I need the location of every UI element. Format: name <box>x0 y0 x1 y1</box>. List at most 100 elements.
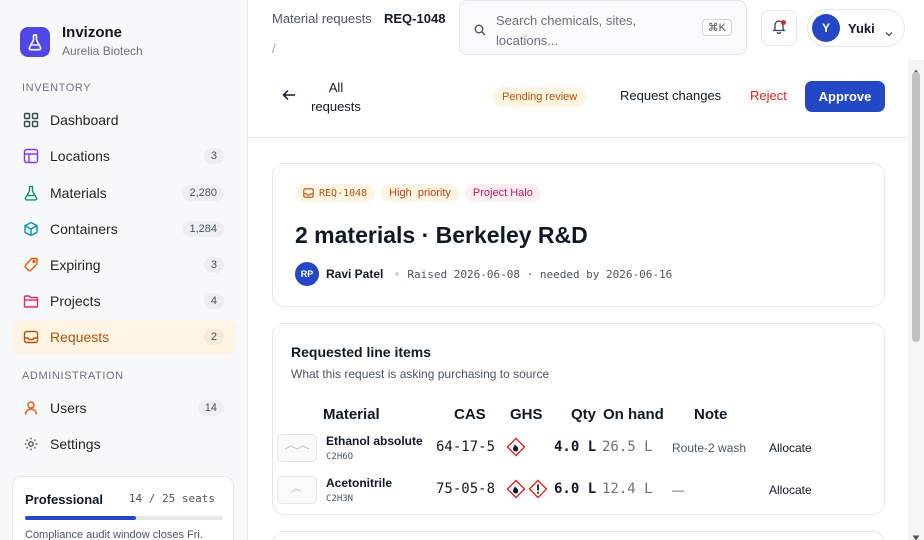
section-subtitle: What this request is asking purchasing t… <box>291 367 550 381</box>
sidebar-item-requests[interactable]: Requests 2 <box>12 320 236 354</box>
back-to-requests-button[interactable]: All requests <box>282 78 364 116</box>
request-id-text: REQ-1048 <box>319 187 368 199</box>
tag-icon <box>22 256 40 274</box>
grid-icon <box>22 147 40 165</box>
separator-dot <box>395 272 400 276</box>
priority-tag: High priority <box>381 184 459 202</box>
cas-number: 75-05-8 <box>436 481 496 497</box>
avatar: Y <box>812 14 840 42</box>
sidebar-item-locations[interactable]: Locations 3 <box>12 139 236 173</box>
reject-button[interactable]: Reject <box>750 88 787 103</box>
chevron-down-icon <box>884 25 894 43</box>
brand[interactable]: Invizone Aurelia Biotech <box>20 24 143 59</box>
dashboard-icon <box>22 111 40 129</box>
note: — <box>672 483 684 497</box>
sidebar-item-settings[interactable]: Settings <box>12 427 236 461</box>
user-name: Yuki <box>848 20 875 36</box>
column-header-ghs: GHS <box>510 406 543 423</box>
main-content: REQ-1048 High priority Project Halo 2 ma… <box>248 139 908 540</box>
next-card <box>272 531 885 540</box>
flask-icon <box>22 184 40 202</box>
approve-button[interactable]: Approve <box>805 81 885 112</box>
user-menu-button[interactable]: Y Yuki <box>807 9 905 47</box>
allocate-button[interactable]: Allocate <box>769 441 812 455</box>
sidebar-item-projects[interactable]: Projects 4 <box>12 284 236 318</box>
material-name[interactable]: Ethanol absolute <box>326 434 423 448</box>
search-input[interactable]: Search chemicals, sites, locations... <box>496 11 686 51</box>
sidebar-item-users[interactable]: Users 14 <box>12 391 236 425</box>
sidebar-item-label: Users <box>50 400 87 416</box>
requester-name: Ravi Patel <box>326 267 384 281</box>
inbox-icon <box>22 328 40 346</box>
notification-dot <box>781 20 786 25</box>
scrollbar-thumb[interactable] <box>912 72 920 342</box>
brand-org: Aurelia Biotech <box>62 44 143 58</box>
sidebar-item-label: Settings <box>50 436 101 452</box>
section-title: Requested line items <box>291 344 432 360</box>
folder-icon <box>22 292 40 310</box>
sidebar-item-label: Containers <box>50 221 118 237</box>
project-tag[interactable]: Project Halo <box>464 184 541 202</box>
sidebar-item-label: Locations <box>50 148 110 164</box>
structure-thumbnail <box>277 476 317 504</box>
inbox-icon <box>303 188 314 198</box>
sidebar-item-containers[interactable]: Containers 1,284 <box>12 212 236 246</box>
sidebar-item-materials[interactable]: Materials 2,280 <box>12 176 236 210</box>
avatar: RP <box>295 262 319 286</box>
scrollbar[interactable] <box>908 60 924 540</box>
material-name[interactable]: Acetonitrile <box>326 476 392 490</box>
breadcrumb-separator: / <box>272 41 276 56</box>
section-inventory: INVENTORY <box>22 82 92 94</box>
plan-name: Professional <box>25 492 104 507</box>
flame-icon <box>506 479 526 499</box>
search-icon <box>474 23 486 41</box>
action-bar: All requests Pending review Request chan… <box>248 60 908 138</box>
user-icon <box>22 399 40 417</box>
count-badge: 14 <box>197 400 224 416</box>
sidebar-item-dashboard[interactable]: Dashboard <box>12 103 236 137</box>
ghs-pictograms <box>506 479 550 499</box>
shortcut-hint: ⌘K <box>701 19 732 36</box>
structure-thumbnail <box>277 434 317 462</box>
request-summary-card: REQ-1048 High priority Project Halo 2 ma… <box>272 163 885 307</box>
plan-note: Compliance audit window closes Fri. <box>25 529 203 540</box>
scroll-down-icon[interactable] <box>912 528 920 540</box>
on-hand: 12.4 L <box>602 481 653 497</box>
count-badge: 2 <box>203 329 224 345</box>
breadcrumb-material-requests[interactable]: Material requests <box>272 11 372 26</box>
page-title: 2 materials · Berkeley R&D <box>295 222 588 248</box>
allocate-button[interactable]: Allocate <box>769 483 812 497</box>
count-badge: 3 <box>203 257 224 273</box>
sidebar-item-expiring[interactable]: Expiring 3 <box>12 248 236 282</box>
sidebar-item-label: Projects <box>50 293 101 309</box>
count-badge: 1,284 <box>182 221 224 237</box>
search-box[interactable]: Search chemicals, sites, locations... ⌘K <box>459 0 747 55</box>
line-items-card: Requested line items What this request i… <box>272 323 885 515</box>
topbar: Material requests REQ-1048 / Search chem… <box>248 0 924 60</box>
sidebar-item-label: Dashboard <box>50 112 119 128</box>
status-badge: Pending review <box>493 87 587 107</box>
back-label: All requests <box>311 80 361 114</box>
notifications-button[interactable] <box>761 10 797 46</box>
column-header-qty: Qty <box>571 406 597 423</box>
column-header-material: Material <box>323 406 380 423</box>
table-row[interactable]: Acetonitrile C2H3N 75-05-8 6.0 L 12.4 L … <box>273 472 886 512</box>
column-header-note: Note <box>694 406 728 423</box>
ghs-pictograms <box>506 437 528 457</box>
table-row[interactable]: Ethanol absolute C2H6O 64-17-5 4.0 L 26.… <box>273 430 886 470</box>
sidebar-item-label: Expiring <box>50 257 101 273</box>
arrow-left-icon <box>282 88 296 106</box>
breadcrumb-request-id: REQ-1048 <box>384 11 446 26</box>
column-header-on-hand: On hand <box>603 406 664 423</box>
note: Route-2 wash <box>672 441 747 455</box>
count-badge: 4 <box>203 293 224 309</box>
request-changes-button[interactable]: Request changes <box>620 88 721 103</box>
plan-card: Professional 14 / 25 seats Compliance au… <box>12 476 234 540</box>
material-formula: C2H6O <box>326 452 354 462</box>
gear-icon <box>22 435 40 453</box>
quantity: 4.0 L <box>554 439 597 455</box>
cas-number: 64-17-5 <box>436 439 496 455</box>
request-dates: Raised 2026-06-08 · needed by 2026-06-16 <box>407 267 673 281</box>
tag-list: REQ-1048 High priority Project Halo <box>295 184 547 202</box>
sidebar-item-label: Requests <box>50 329 110 345</box>
